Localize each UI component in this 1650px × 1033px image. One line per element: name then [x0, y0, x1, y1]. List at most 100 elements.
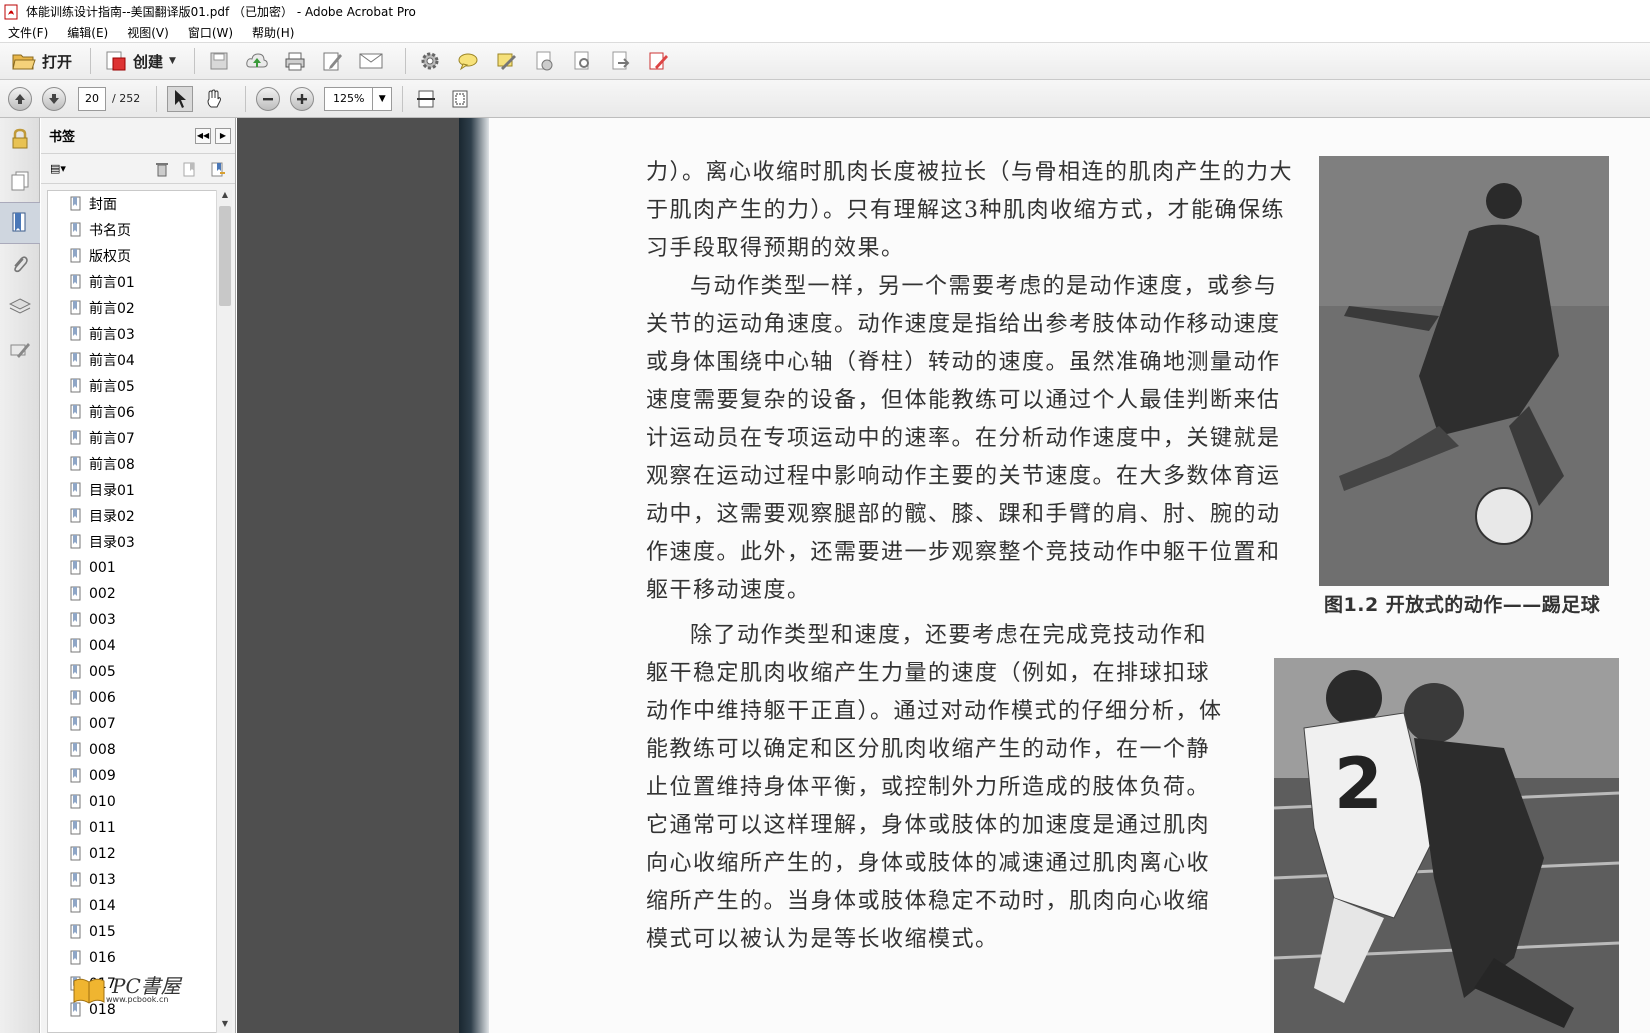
form-edit-icon[interactable] [644, 47, 672, 75]
bookmark-item[interactable]: 002 [48, 581, 216, 607]
review-document-icon[interactable] [568, 47, 596, 75]
document-viewport[interactable]: 力）。离心收缩时肌肉长度被拉长（与骨相连的肌肉产生的力大于肌肉产生的力）。只有理… [237, 118, 1650, 1033]
print-icon[interactable] [281, 47, 309, 75]
paragraph-1-line-b: 与动作类型一样，另一个需要考虑的是动作速度，或参与关节的运动角速度。动作速度是指… [646, 274, 1281, 603]
bookmark-label: 010 [89, 794, 116, 810]
bookmark-item[interactable]: 前言08 [48, 451, 216, 477]
bookmark-item[interactable]: 前言03 [48, 321, 216, 347]
export-document-icon[interactable] [606, 47, 634, 75]
expand-bookmark-icon[interactable] [207, 159, 229, 179]
bookmark-icon [70, 378, 81, 393]
bookmarks-icon[interactable] [0, 202, 40, 244]
menu-file[interactable]: 文件(F) [6, 23, 50, 42]
layers-icon[interactable] [0, 286, 40, 328]
zoom-out-button[interactable] [256, 86, 281, 111]
select-tool-button[interactable] [167, 85, 194, 112]
bookmark-item[interactable]: 目录02 [48, 503, 216, 529]
bookmark-item[interactable]: 前言05 [48, 373, 216, 399]
bookmark-item[interactable]: 005 [48, 659, 216, 685]
toolbar-divider [156, 85, 158, 112]
bookmark-label: 008 [89, 742, 116, 758]
fit-page-icon [452, 90, 468, 107]
menu-edit[interactable]: 编辑(E) [65, 23, 110, 42]
bookmark-item[interactable]: 前言01 [48, 269, 216, 295]
collapse-panel-icon[interactable]: ◀◀ [195, 127, 211, 144]
bookmark-item[interactable]: 007 [48, 711, 216, 737]
watermark-name: PC書屋 [112, 973, 181, 998]
bookmark-item[interactable]: 016 [48, 945, 216, 971]
zoom-in-button[interactable] [290, 86, 315, 111]
bookmark-item[interactable]: 012 [48, 841, 216, 867]
zoom-select[interactable]: 125% ▼ [324, 86, 393, 111]
create-button[interactable]: 创建 ▼ [101, 47, 180, 75]
bookmark-label: 目录03 [89, 535, 135, 551]
email-icon[interactable] [357, 47, 385, 75]
create-label: 创建 [133, 52, 164, 71]
comment-icon[interactable] [454, 47, 482, 75]
bookmark-label: 前言03 [89, 327, 135, 343]
title-bar: 体能训练设计指南--美国翻译版01.pdf （已加密） - Adobe Acro… [0, 0, 1650, 23]
bookmark-item[interactable]: 003 [48, 607, 216, 633]
scrollbar-thumb[interactable] [219, 206, 231, 306]
bookmark-item[interactable]: 前言04 [48, 347, 216, 373]
delete-bookmark-icon[interactable] [151, 159, 173, 179]
bookmarks-scrollbar[interactable]: ▲ ▼ [216, 190, 232, 1033]
sign-icon[interactable] [492, 47, 520, 75]
bookmark-item[interactable]: 013 [48, 867, 216, 893]
bookmark-item[interactable]: 封面 [48, 191, 216, 217]
new-bookmark-icon[interactable] [179, 159, 201, 179]
menu-bar: 文件(F) 编辑(E) 视图(V) 窗口(W) 帮助(H) [0, 23, 1650, 43]
bookmark-options-icon[interactable]: ▤▾ [47, 159, 69, 179]
bookmark-item[interactable]: 009 [48, 763, 216, 789]
menu-view[interactable]: 视图(V) [125, 23, 171, 42]
bookmark-item[interactable]: 前言02 [48, 295, 216, 321]
bookmark-label: 目录01 [89, 483, 135, 499]
bookmark-item[interactable]: 版权页 [48, 243, 216, 269]
bookmark-item[interactable]: 014 [48, 893, 216, 919]
bookmark-icon [70, 248, 81, 263]
bookmark-item[interactable]: 015 [48, 919, 216, 945]
edit-document-icon[interactable] [319, 47, 347, 75]
bookmark-item[interactable]: 001 [48, 555, 216, 581]
scroll-up-icon[interactable]: ▲ [217, 190, 233, 204]
save-icon[interactable] [205, 47, 233, 75]
hand-tool-button[interactable] [201, 86, 227, 112]
page-thumbnails-icon[interactable] [0, 160, 40, 202]
bookmark-item[interactable]: 目录01 [48, 477, 216, 503]
bookmark-item[interactable]: 书名页 [48, 217, 216, 243]
gear-icon[interactable] [416, 47, 444, 75]
secure-document-icon[interactable] [530, 47, 558, 75]
next-page-button[interactable] [42, 86, 66, 111]
menu-window[interactable]: 窗口(W) [186, 23, 235, 42]
bookmark-item[interactable]: 011 [48, 815, 216, 841]
fit-width-icon [417, 90, 436, 107]
menu-help[interactable]: 帮助(H) [250, 23, 296, 42]
minus-icon [263, 97, 274, 100]
bookmark-item[interactable]: 008 [48, 737, 216, 763]
page-scan-edge [459, 118, 489, 1033]
panel-options-icon[interactable]: ▶ [215, 127, 231, 144]
bookmark-item[interactable]: 前言06 [48, 399, 216, 425]
watermark-logo: PC書屋 www.pcbook.cn [72, 975, 181, 1005]
fit-page-button[interactable] [447, 86, 473, 112]
bookmark-icon [70, 690, 81, 705]
upload-cloud-icon[interactable] [243, 47, 271, 75]
attachments-paperclip-icon[interactable] [0, 244, 40, 286]
chevron-down-icon[interactable]: ▼ [373, 94, 391, 104]
toolbar-divider [90, 48, 92, 74]
bookmark-item[interactable]: 006 [48, 685, 216, 711]
bookmark-icon [70, 430, 81, 445]
fit-width-button[interactable] [413, 86, 439, 112]
bookmark-item[interactable]: 目录03 [48, 529, 216, 555]
bookmark-item[interactable]: 004 [48, 633, 216, 659]
plus-icon [297, 93, 308, 104]
scroll-down-icon[interactable]: ▼ [217, 1019, 233, 1033]
bookmark-item[interactable]: 010 [48, 789, 216, 815]
page-number-input[interactable]: 20 [78, 86, 106, 111]
bookmark-icon [70, 326, 81, 341]
security-lock-icon[interactable] [0, 118, 40, 160]
previous-page-button[interactable] [8, 86, 32, 111]
bookmark-item[interactable]: 前言07 [48, 425, 216, 451]
signatures-icon[interactable] [0, 328, 40, 370]
open-button[interactable]: 打开 [8, 47, 76, 75]
